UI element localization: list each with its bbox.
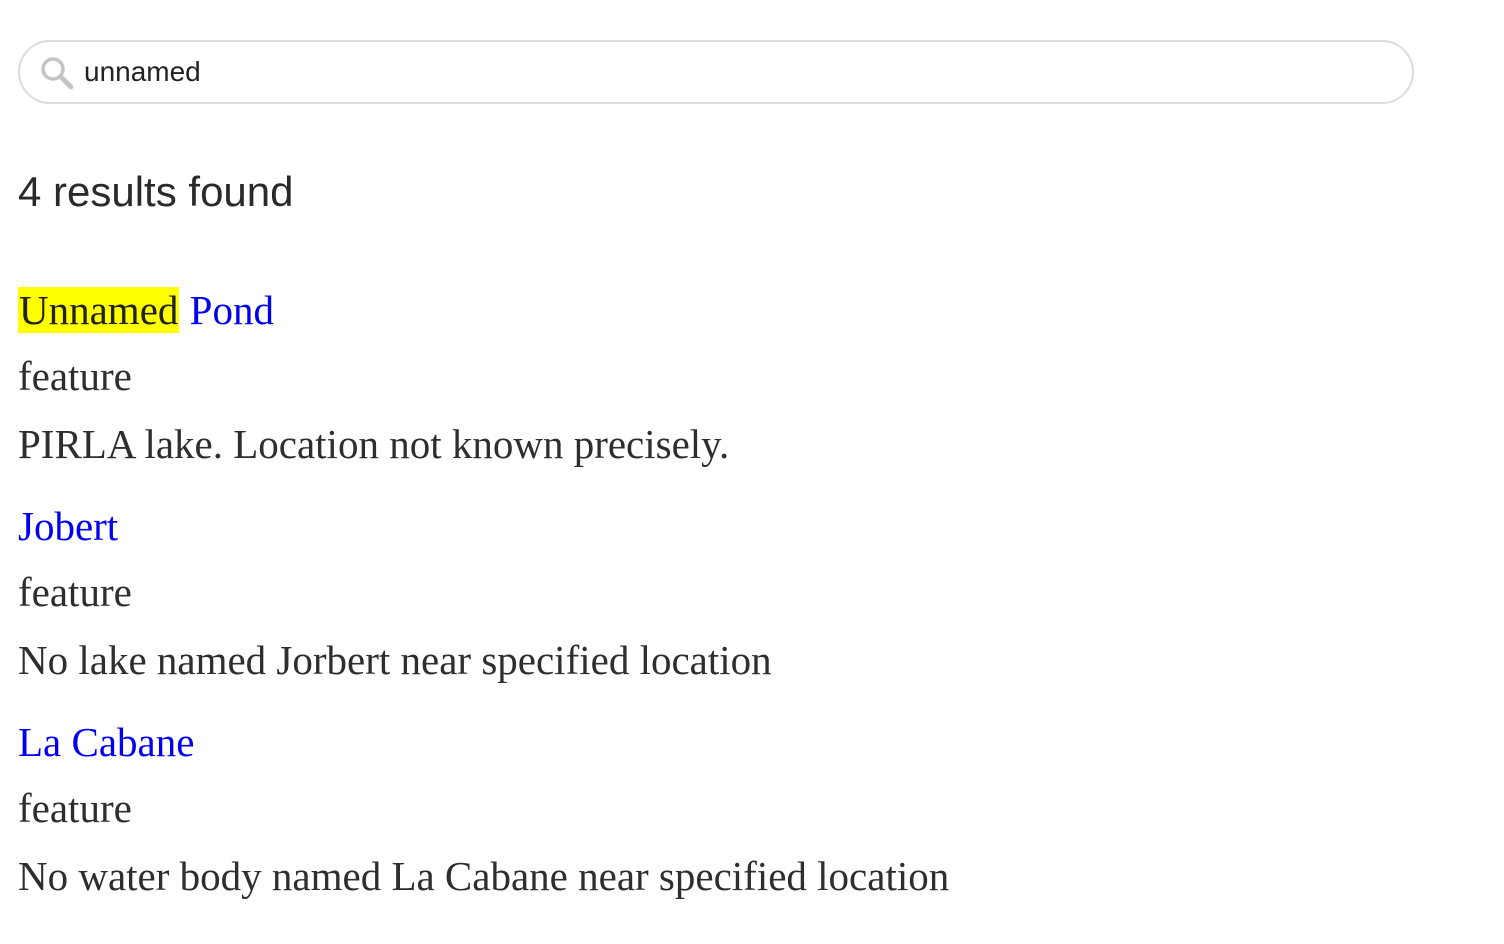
- result-description: PIRLA lake. Location not known precisely…: [18, 421, 730, 467]
- result-item: Unnamed Pond feature PIRLA lake. Locatio…: [18, 282, 1478, 478]
- result-link-unnamed-pond[interactable]: Unnamed Pond: [18, 282, 1478, 338]
- results-count: 4 results found: [18, 168, 294, 215]
- results-list: Unnamed Pond feature PIRLA lake. Locatio…: [18, 282, 1478, 930]
- result-title-rest: La Cabane: [18, 719, 195, 765]
- result-link-jobert[interactable]: Jobert: [18, 498, 1478, 554]
- result-description: No water body named La Cabane near speci…: [18, 853, 950, 899]
- search-box[interactable]: [18, 40, 1414, 104]
- result-type: feature: [18, 353, 132, 399]
- result-link-la-cabane[interactable]: La Cabane: [18, 714, 1478, 770]
- result-title-rest: Jobert: [18, 503, 119, 549]
- result-description: No lake named Jorbert near specified loc…: [18, 637, 772, 683]
- result-item: Jobert feature No lake named Jorbert nea…: [18, 498, 1478, 694]
- search-term-highlight: Unnamed: [18, 287, 180, 333]
- result-title-rest: Pond: [179, 287, 274, 333]
- search-icon: [40, 56, 74, 90]
- result-type: feature: [18, 785, 132, 831]
- result-type: feature: [18, 569, 132, 615]
- search-input[interactable]: [84, 50, 1384, 94]
- result-item: La Cabane feature No water body named La…: [18, 714, 1478, 910]
